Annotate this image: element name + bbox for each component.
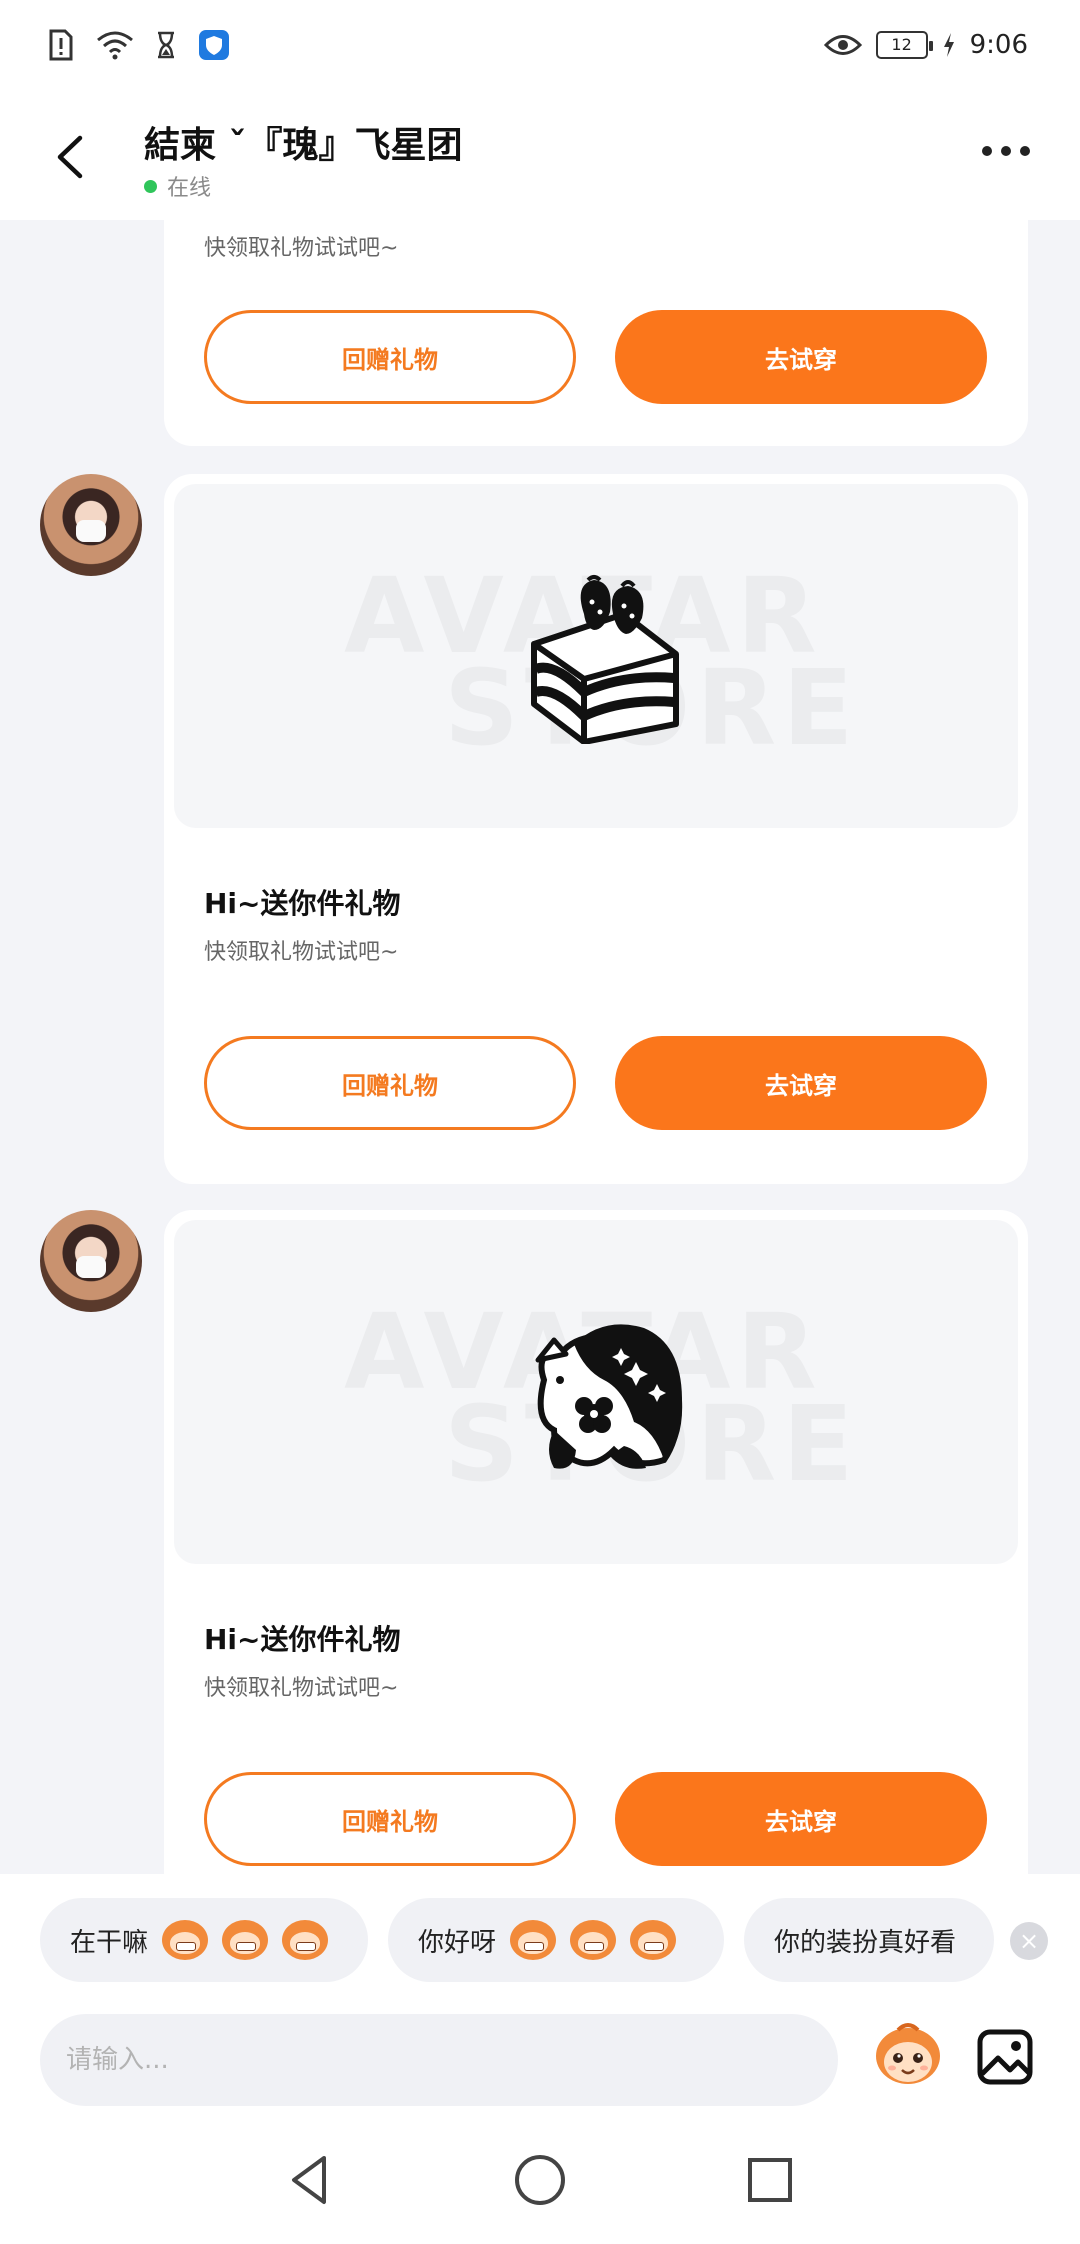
gift-image[interactable]: AVATAR STORE (174, 484, 1018, 828)
quick-reply-chip[interactable]: 你好呀 (388, 1898, 724, 1982)
gift-card[interactable]: AVATAR STORE Hi~送你件礼物 快领取礼物试试吧~ (164, 1210, 1028, 1874)
quick-reply-chip[interactable]: 在干嘛 (40, 1898, 368, 1982)
monkey-emoji-icon (162, 1920, 209, 1960)
gift-message: AVATAR STORE Hi~送你件礼物 快领取礼物试试吧~ (0, 1210, 1080, 1874)
reply-gift-button[interactable]: 回赠礼物 (204, 310, 576, 404)
charging-icon (943, 33, 954, 57)
monkey-emoji-icon (282, 1920, 329, 1960)
monkey-emoji-icon (570, 1920, 617, 1960)
gift-card-subtitle: 快领取礼物试试吧~ (204, 1676, 399, 1701)
quick-reply-text: 你的装扮真好看 (774, 1927, 957, 1958)
online-status-label: 在线 (167, 176, 212, 201)
gift-card-subtitle: 快领取礼物试试吧~ (204, 236, 399, 261)
more-dot (1020, 146, 1030, 156)
gift-message: 快领取礼物试试吧~ 回赠礼物 去试穿 (0, 220, 1080, 446)
input-bar (0, 1994, 1080, 2114)
online-dot (144, 179, 157, 193)
avatar[interactable] (40, 1210, 142, 1312)
gift-card-subtitle: 快领取礼物试试吧~ (204, 940, 399, 965)
try-on-button[interactable]: 去试穿 (615, 1036, 987, 1130)
gift-card: 快领取礼物试试吧~ 回赠礼物 去试穿 (164, 220, 1028, 446)
chat-title[interactable]: 結柬 ˇ『瑰』飞星团 (144, 116, 463, 168)
quick-reply-bar: 在干嘛 你好呀 你的装扮真好看 × (0, 1874, 1080, 1994)
cake-icon (531, 575, 679, 744)
image-picker-icon[interactable] (976, 2028, 1034, 2086)
wifi-icon (97, 31, 133, 60)
message-list[interactable]: 快领取礼物试试吧~ 回赠礼物 去试穿 AVATAR STORE (0, 220, 1080, 1874)
quick-reply-text: 在干嘛 (70, 1927, 149, 1958)
more-dot (982, 146, 992, 156)
quick-reply-text: 你好呀 (418, 1927, 497, 1958)
monkey-sticker-icon[interactable] (870, 2018, 946, 2090)
recents-square-icon[interactable] (740, 2150, 800, 2210)
reply-gift-button[interactable]: 回赠礼物 (204, 1036, 576, 1130)
monkey-emoji-icon (510, 1920, 557, 1960)
unicorn-icon (535, 1324, 683, 1469)
try-on-button[interactable]: 去试穿 (615, 310, 987, 404)
gift-image[interactable]: AVATAR STORE (174, 1220, 1018, 1564)
status-right-icons: 12 9:06 (823, 30, 1028, 60)
chat-header: 結柬 ˇ『瑰』飞星团 在线 (0, 96, 1080, 220)
message-input[interactable] (40, 2014, 838, 2106)
monkey-emoji-icon (630, 1920, 677, 1960)
status-bar: 12 9:06 (0, 0, 1080, 96)
eye-icon (823, 35, 862, 55)
back-triangle-icon[interactable] (280, 2150, 340, 2210)
gift-card-title: Hi~送你件礼物 (204, 1623, 401, 1656)
status-left-icons (48, 28, 230, 62)
hourglass-icon (158, 31, 174, 59)
battery-icon: 12 (875, 31, 933, 59)
more-dot (1001, 146, 1011, 156)
try-on-button[interactable]: 去试穿 (615, 1772, 987, 1866)
more-icon[interactable] (982, 146, 1030, 156)
back-arrow-icon[interactable] (50, 132, 90, 182)
gift-card-title: Hi~送你件礼物 (204, 887, 401, 920)
close-icon[interactable]: × (1010, 1922, 1048, 1960)
online-status: 在线 (144, 170, 211, 202)
home-circle-icon[interactable] (510, 2150, 570, 2210)
status-time: 9:06 (969, 30, 1028, 60)
gift-card[interactable]: AVATAR STORE Hi~送你件礼物 快领取礼物试试吧~ (164, 474, 1028, 1184)
monkey-emoji-icon (222, 1920, 269, 1960)
reply-gift-button[interactable]: 回赠礼物 (204, 1772, 576, 1866)
sim-alert-icon (49, 29, 73, 61)
avatar[interactable] (40, 474, 142, 576)
system-nav-bar (0, 2114, 1080, 2244)
gift-message: AVATAR STORE Hi~送你件礼物 快领取礼物试试吧~ (0, 474, 1080, 1184)
shield-app-icon (199, 30, 229, 60)
quick-reply-chip[interactable]: 你的装扮真好看 (744, 1898, 994, 1982)
